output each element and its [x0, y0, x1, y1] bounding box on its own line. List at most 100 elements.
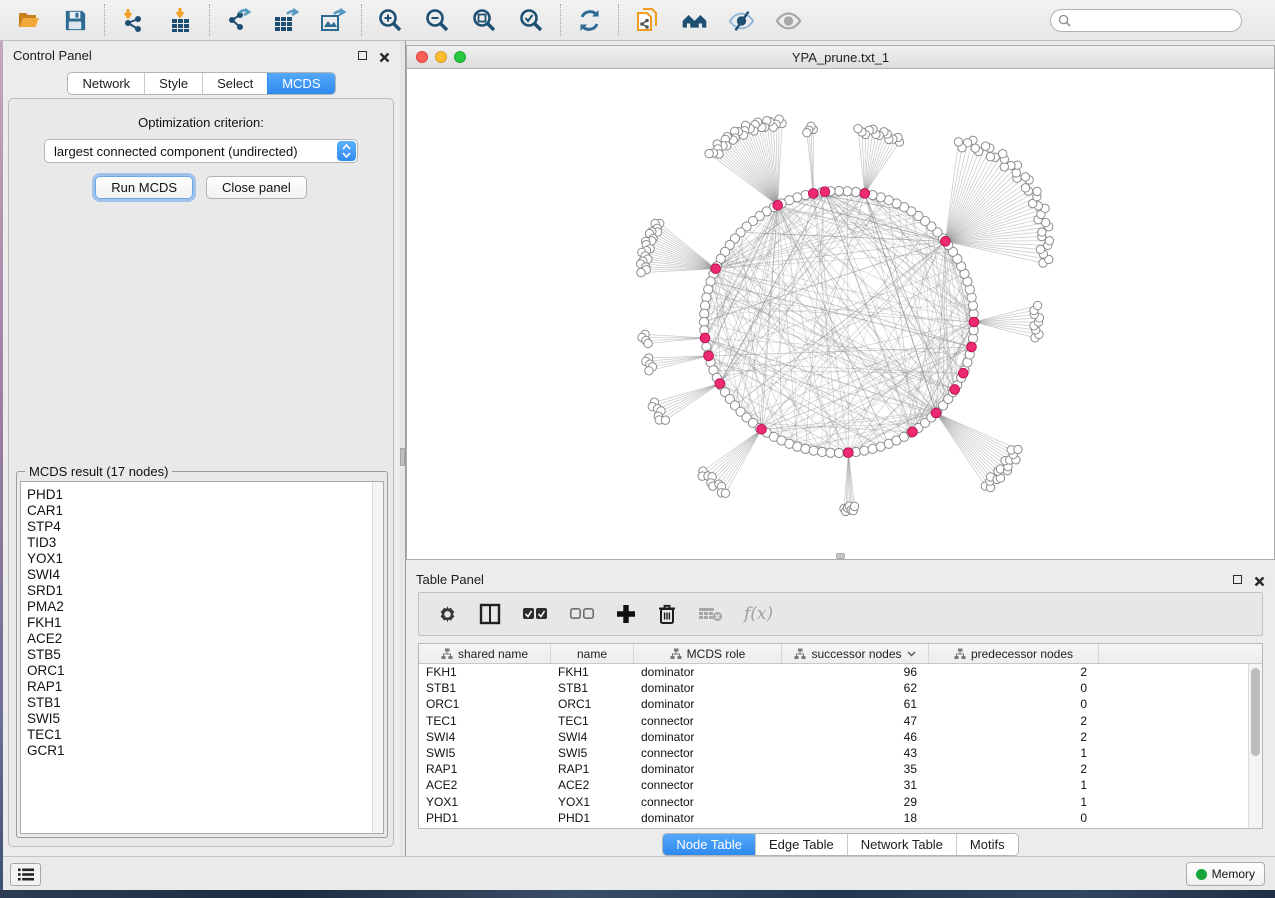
table-cell[interactable]: FKH1: [419, 665, 551, 679]
add-column-icon[interactable]: [616, 604, 636, 624]
table-cell[interactable]: FKH1: [551, 665, 634, 679]
table-cell[interactable]: YOX1: [419, 795, 551, 809]
table-cell[interactable]: 29: [782, 795, 929, 809]
tab-select[interactable]: Select: [202, 73, 267, 94]
tab-network[interactable]: Network: [68, 73, 144, 94]
table-row[interactable]: SWI5SWI5connector431: [419, 745, 1262, 761]
table-cell[interactable]: 0: [929, 681, 1099, 695]
first-neighbors-icon[interactable]: [681, 7, 708, 34]
float-panel-icon[interactable]: [1233, 575, 1242, 584]
table-row[interactable]: TEC1TEC1connector472: [419, 713, 1262, 729]
table-cell[interactable]: connector: [634, 746, 782, 760]
column-layout-icon[interactable]: [479, 603, 501, 625]
mcds-result-item[interactable]: TID3: [21, 535, 383, 551]
column-header-shared-name[interactable]: shared name: [419, 644, 551, 663]
table-scrollbar-thumb[interactable]: [1251, 668, 1260, 756]
close-panel-icon[interactable]: [379, 50, 390, 61]
criterion-select[interactable]: largest connected component (undirected): [44, 139, 358, 163]
open-session-icon[interactable]: [15, 7, 42, 34]
table-cell[interactable]: 61: [782, 697, 929, 711]
zoom-fit-icon[interactable]: [471, 7, 498, 34]
table-cell[interactable]: TEC1: [419, 714, 551, 728]
table-cell[interactable]: 62: [782, 681, 929, 695]
memory-button[interactable]: Memory: [1186, 862, 1265, 886]
mcds-result-item[interactable]: RAP1: [21, 679, 383, 695]
export-network-icon[interactable]: [225, 7, 252, 34]
table-cell[interactable]: SWI5: [551, 746, 634, 760]
table-cell[interactable]: 1: [929, 778, 1099, 792]
table-row[interactable]: YOX1YOX1connector291: [419, 794, 1262, 810]
table-row[interactable]: ORC1ORC1dominator610: [419, 696, 1262, 712]
table-cell[interactable]: connector: [634, 714, 782, 728]
search-input[interactable]: [1075, 13, 1225, 27]
table-cell[interactable]: dominator: [634, 730, 782, 744]
refresh-layout-icon[interactable]: [576, 7, 603, 34]
mcds-result-item[interactable]: FKH1: [21, 615, 383, 631]
table-cell[interactable]: 1: [929, 746, 1099, 760]
table-cell[interactable]: YOX1: [551, 795, 634, 809]
save-session-icon[interactable]: [62, 7, 89, 34]
search-field[interactable]: [1050, 9, 1242, 32]
network-view-titlebar[interactable]: YPA_prune.txt_1: [407, 46, 1274, 69]
zoom-selected-icon[interactable]: [518, 7, 545, 34]
import-table-icon[interactable]: [167, 7, 194, 34]
tab-edge-table[interactable]: Edge Table: [755, 834, 847, 855]
table-cell[interactable]: ACE2: [551, 778, 634, 792]
float-panel-icon[interactable]: [358, 51, 367, 60]
tab-style[interactable]: Style: [144, 73, 202, 94]
table-cell[interactable]: dominator: [634, 665, 782, 679]
mcds-result-item[interactable]: TEC1: [21, 727, 383, 743]
tab-node-table[interactable]: Node Table: [663, 834, 755, 855]
mcds-result-item[interactable]: ORC1: [21, 663, 383, 679]
mcds-result-item[interactable]: PHD1: [21, 487, 383, 503]
table-cell[interactable]: 2: [929, 762, 1099, 776]
table-cell[interactable]: dominator: [634, 811, 782, 825]
column-header-mcds-role[interactable]: MCDS role: [634, 644, 782, 663]
clone-network-icon[interactable]: [634, 7, 661, 34]
table-cell[interactable]: ORC1: [419, 697, 551, 711]
export-table-icon[interactable]: [272, 7, 299, 34]
tab-network-table[interactable]: Network Table: [847, 834, 956, 855]
table-cell[interactable]: SWI4: [419, 730, 551, 744]
table-cell[interactable]: STB1: [551, 681, 634, 695]
table-cell[interactable]: RAP1: [419, 762, 551, 776]
export-image-icon[interactable]: [319, 7, 346, 34]
table-row[interactable]: STB1STB1dominator620: [419, 680, 1262, 696]
column-header-predecessor-nodes[interactable]: predecessor nodes: [929, 644, 1099, 663]
table-cell[interactable]: STB1: [419, 681, 551, 695]
table-cell[interactable]: RAP1: [551, 762, 634, 776]
column-header-successor-nodes[interactable]: successor nodes: [782, 644, 929, 663]
table-cell[interactable]: 31: [782, 778, 929, 792]
table-cell[interactable]: 2: [929, 730, 1099, 744]
mcds-result-item[interactable]: CAR1: [21, 503, 383, 519]
mcds-result-item[interactable]: STP4: [21, 519, 383, 535]
table-cell[interactable]: 35: [782, 762, 929, 776]
table-cell[interactable]: 96: [782, 665, 929, 679]
table-cell[interactable]: PHD1: [419, 811, 551, 825]
table-cell[interactable]: ACE2: [419, 778, 551, 792]
zoom-out-icon[interactable]: [424, 7, 451, 34]
table-cell[interactable]: dominator: [634, 762, 782, 776]
table-cell[interactable]: 47: [782, 714, 929, 728]
table-cell[interactable]: 2: [929, 714, 1099, 728]
close-panel-icon[interactable]: [1254, 574, 1265, 585]
table-cell[interactable]: PHD1: [551, 811, 634, 825]
mcds-result-list[interactable]: PHD1CAR1STP4TID3YOX1SWI4SRD1PMA2FKH1ACE2…: [20, 481, 384, 834]
settings-gear-icon[interactable]: [437, 604, 458, 625]
run-mcds-button[interactable]: Run MCDS: [95, 176, 193, 199]
select-all-checkboxes-icon[interactable]: [522, 607, 548, 621]
table-cell[interactable]: SWI5: [419, 746, 551, 760]
table-row[interactable]: ACE2ACE2connector311: [419, 777, 1262, 793]
mcds-result-item[interactable]: SRD1: [21, 583, 383, 599]
table-row[interactable]: SWI4SWI4dominator462: [419, 729, 1262, 745]
table-cell[interactable]: 0: [929, 811, 1099, 825]
splitter-handle[interactable]: [400, 448, 405, 466]
close-panel-button[interactable]: Close panel: [206, 176, 307, 199]
hide-selected-icon[interactable]: [728, 7, 755, 34]
mcds-result-item[interactable]: SWI4: [21, 567, 383, 583]
mcds-result-item[interactable]: STB5: [21, 647, 383, 663]
table-cell[interactable]: SWI4: [551, 730, 634, 744]
mcds-result-item[interactable]: GCR1: [21, 743, 383, 759]
deselect-all-checkboxes-icon[interactable]: [569, 607, 595, 621]
table-cell[interactable]: 2: [929, 665, 1099, 679]
